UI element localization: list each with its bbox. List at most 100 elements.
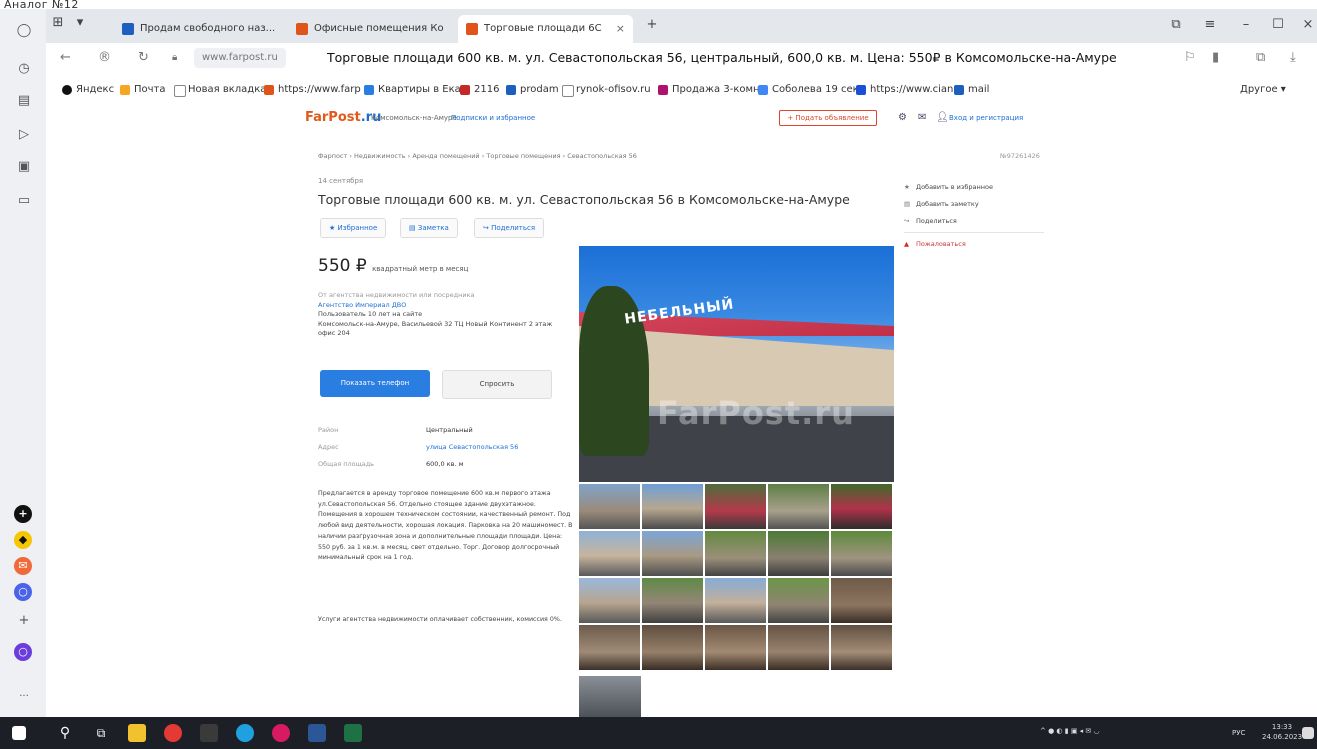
thumbnail[interactable] bbox=[642, 484, 703, 529]
browser-menu-icon[interactable]: ≡ bbox=[1200, 17, 1220, 32]
history-icon[interactable]: ◷ bbox=[16, 61, 32, 77]
close-tab-icon[interactable]: × bbox=[616, 15, 625, 43]
maximize-icon[interactable]: ☐ bbox=[1268, 17, 1288, 32]
ask-button[interactable]: Спросить bbox=[442, 370, 552, 399]
language-indicator[interactable]: РУС bbox=[1232, 728, 1245, 738]
login-link[interactable]: Вход и регистрация bbox=[949, 114, 1023, 122]
translate-icon[interactable]: ⚐ bbox=[1184, 50, 1196, 65]
windows-start-icon[interactable] bbox=[12, 726, 26, 740]
alice-icon[interactable]: ○ bbox=[14, 583, 32, 601]
back-icon[interactable]: ← bbox=[60, 50, 71, 65]
bookmark-item[interactable]: Соболева 19 сек bbox=[758, 82, 859, 98]
user-icon[interactable]: 👤︎ bbox=[936, 112, 949, 123]
complain-link[interactable]: ▲ Пожаловаться bbox=[904, 238, 1044, 255]
new-tab-icon[interactable]: + bbox=[642, 17, 662, 32]
messenger-icon[interactable]: ◆ bbox=[14, 531, 32, 549]
download-icon[interactable]: ⤓ bbox=[1290, 50, 1296, 65]
thumbnail[interactable] bbox=[705, 625, 766, 670]
seller-name[interactable]: Агентство Империал ДВО bbox=[318, 301, 558, 311]
close-window-icon[interactable]: × bbox=[1298, 17, 1317, 32]
tab-menu-icon[interactable]: ▾ bbox=[70, 15, 90, 30]
thumbnail[interactable] bbox=[705, 531, 766, 576]
thumbnail[interactable] bbox=[768, 531, 829, 576]
bookmark-item[interactable]: https://www.cian. bbox=[856, 82, 957, 98]
tab-2[interactable]: Офисные помещения Ко bbox=[288, 15, 458, 43]
protect-icon[interactable]: ® bbox=[98, 50, 111, 65]
opera-icon[interactable] bbox=[272, 724, 290, 742]
thumbnail[interactable] bbox=[831, 531, 892, 576]
domain-pill[interactable]: www.farpost.ru bbox=[194, 48, 286, 68]
app-icon[interactable] bbox=[200, 724, 218, 742]
bookmark-item[interactable]: prodam bbox=[506, 82, 559, 98]
bookmark-item[interactable]: mail bbox=[954, 82, 989, 98]
breadcrumb[interactable]: Фарпост › Недвижимость › Аренда помещени… bbox=[318, 152, 637, 160]
assistant-icon[interactable]: ○ bbox=[14, 643, 32, 661]
profile-icon[interactable]: ◯ bbox=[16, 23, 32, 39]
thumbnail[interactable] bbox=[768, 578, 829, 623]
messages-icon[interactable]: ✉ bbox=[918, 112, 926, 123]
site-logo[interactable]: FarPost.ru bbox=[305, 110, 381, 125]
word-icon[interactable] bbox=[308, 724, 326, 742]
show-phone-button[interactable]: Показать телефон bbox=[320, 370, 430, 397]
file-explorer-icon[interactable] bbox=[128, 724, 146, 742]
tab-1[interactable]: Продам свободного наз... bbox=[114, 15, 288, 43]
bookmark-item[interactable]: Новая вкладка bbox=[174, 82, 266, 98]
bookmark-item[interactable]: rynok-ofisov.ru bbox=[562, 82, 651, 98]
bookmarks-panel-icon[interactable]: ⧉ bbox=[1166, 17, 1186, 32]
thumbnail[interactable] bbox=[579, 625, 640, 670]
add-icon[interactable]: + bbox=[16, 613, 32, 629]
thumbnail[interactable] bbox=[579, 531, 640, 576]
tab-grid-icon[interactable]: ⊞ bbox=[48, 15, 68, 30]
thumbnail[interactable] bbox=[768, 484, 829, 529]
extensions-icon[interactable]: ⧉ bbox=[1256, 50, 1265, 65]
search-icon[interactable]: ⚲ bbox=[56, 724, 74, 742]
share-button[interactable]: ↪ Поделиться bbox=[474, 218, 545, 238]
post-ad-button[interactable]: + Подать объявление bbox=[779, 110, 877, 126]
add-favorite-link[interactable]: ★ Добавить в избранное bbox=[904, 181, 1044, 198]
tab-3[interactable]: Торговые площади 6С × bbox=[458, 15, 633, 43]
thumbnail[interactable] bbox=[705, 578, 766, 623]
edge-icon[interactable] bbox=[236, 724, 254, 742]
yandex-browser-icon[interactable] bbox=[164, 724, 182, 742]
address-link[interactable]: улица Севастопольская 56 bbox=[426, 439, 518, 456]
thumbnail[interactable] bbox=[705, 484, 766, 529]
settings-icon[interactable]: ⚙ bbox=[898, 112, 907, 123]
thumbnail[interactable] bbox=[831, 484, 892, 529]
collections-icon[interactable]: ▤ bbox=[16, 93, 32, 109]
subscribe-link[interactable]: Подписки и избранное bbox=[451, 114, 535, 122]
bookmark-item[interactable]: Квартиры в Екат bbox=[364, 82, 467, 98]
tray-icons[interactable]: ^ ● ◐ ▮ ▣ ◂ ✉ ◡ bbox=[1040, 726, 1100, 736]
more-icon[interactable]: ··· bbox=[16, 689, 32, 705]
media-icon[interactable]: ▷ bbox=[16, 127, 32, 143]
city-link[interactable]: Комсомольск-на-Амуре bbox=[371, 114, 457, 122]
favorite-button[interactable]: ★ Избранное bbox=[320, 218, 387, 238]
thumbnail[interactable] bbox=[768, 625, 829, 670]
add-note-link[interactable]: ▤ Добавить заметку bbox=[904, 198, 1044, 215]
bookmark-other[interactable]: Другое ▾ bbox=[1240, 82, 1286, 98]
thumbnail[interactable] bbox=[642, 625, 703, 670]
thumbnail[interactable] bbox=[579, 578, 640, 623]
main-photo[interactable]: НЕБЕЛЬНЫЙ FarPost.ru bbox=[579, 246, 894, 482]
thumbnail[interactable] bbox=[831, 578, 892, 623]
minimize-icon[interactable]: – bbox=[1236, 17, 1256, 32]
bookmark-item[interactable]: Яндекс bbox=[62, 82, 114, 98]
task-view-icon[interactable]: ⧉ bbox=[92, 724, 110, 742]
excel-icon[interactable] bbox=[344, 724, 362, 742]
bookmark-icon[interactable]: ▮ bbox=[1212, 50, 1219, 65]
notifications-icon[interactable] bbox=[1302, 727, 1314, 739]
thumbnail[interactable] bbox=[831, 625, 892, 670]
bookmark-item[interactable]: https://www.farp bbox=[264, 82, 361, 98]
downloads-icon[interactable]: ▣ bbox=[16, 159, 32, 175]
clock[interactable]: 13:33 24.06.2023 bbox=[1262, 722, 1302, 742]
share-link[interactable]: ↪ Поделиться bbox=[904, 215, 1044, 232]
reload-icon[interactable]: ↻ bbox=[138, 50, 149, 65]
bookmark-item[interactable]: Почта bbox=[120, 82, 166, 98]
bookmark-item[interactable]: Продажа 3-комн bbox=[658, 82, 760, 98]
address-title[interactable]: Торговые площади 600 кв. м. ул. Севастоп… bbox=[327, 50, 1117, 65]
screen-icon[interactable]: ▭ bbox=[16, 193, 32, 209]
thumbnail[interactable] bbox=[579, 676, 641, 717]
yandex-icon[interactable]: + bbox=[14, 505, 32, 523]
note-button[interactable]: ▤ Заметка bbox=[400, 218, 458, 238]
thumbnail[interactable] bbox=[642, 531, 703, 576]
bookmark-item[interactable]: 2116 bbox=[460, 82, 499, 98]
